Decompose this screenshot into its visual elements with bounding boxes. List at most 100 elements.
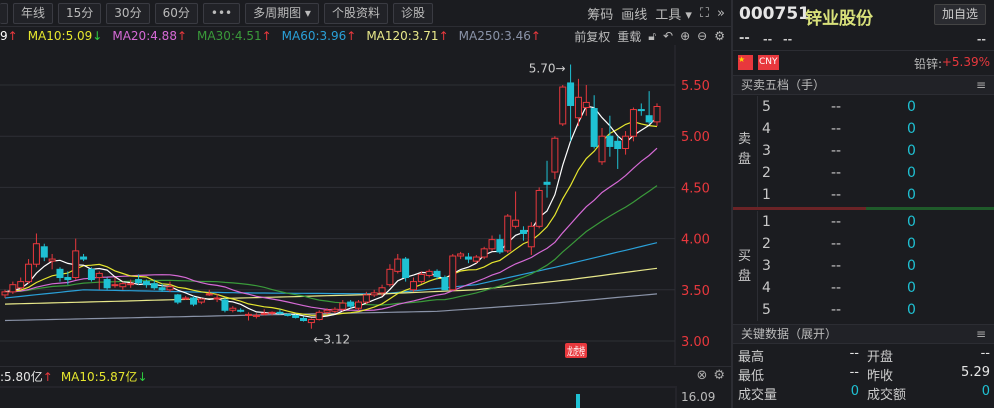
- volume-bar: [576, 394, 580, 408]
- ma20-line: [4, 147, 658, 312]
- fullscreen-icon[interactable]: ⛶: [700, 6, 709, 21]
- level: 2: [762, 165, 771, 181]
- level: 5: [762, 99, 771, 115]
- y-tick-label: 4.50: [681, 181, 710, 196]
- adjust-button[interactable]: 前复权: [574, 28, 610, 45]
- y-tick-label: 5.00: [681, 130, 710, 145]
- candle: [252, 313, 260, 319]
- period-button-cut[interactable]: [0, 2, 8, 24]
- diagnose-button[interactable]: 诊股: [392, 2, 433, 24]
- candle: [72, 238, 80, 280]
- settings-icon[interactable]: ⚙: [713, 368, 725, 383]
- candle: [614, 136, 622, 169]
- level: 4: [762, 280, 771, 296]
- arrow-up-icon: ↑: [42, 370, 53, 384]
- undo-icon[interactable]: ↶: [663, 29, 673, 43]
- candle: [221, 297, 229, 313]
- volume: 0: [907, 236, 916, 252]
- ma-legend-item: MA120:3.71↑: [366, 29, 448, 43]
- volume: 0: [907, 99, 916, 115]
- candle: [606, 115, 614, 157]
- candle: [307, 318, 315, 329]
- zoom-in-icon[interactable]: ⊕: [680, 29, 690, 43]
- candle: [347, 300, 355, 309]
- low-annotation: ←3.12: [313, 333, 350, 347]
- sell-row-4: 4 -- 0: [733, 119, 994, 141]
- buy-row-1: 1 -- 0: [733, 212, 994, 234]
- period-15min[interactable]: 15分: [58, 2, 102, 24]
- candle: [535, 187, 543, 229]
- volume-legend-item: :5.80亿↑: [0, 368, 53, 385]
- candle: [472, 254, 480, 264]
- candle: [17, 277, 25, 290]
- right-placeholder: --: [976, 33, 986, 46]
- candle: [95, 271, 103, 290]
- add-watchlist-button[interactable]: 加自选: [933, 4, 986, 25]
- level: 3: [762, 143, 771, 159]
- candle: [598, 128, 606, 165]
- keydata-label: 最高: [738, 350, 765, 365]
- reload-button[interactable]: 重载: [617, 28, 641, 45]
- more-periods-button[interactable]: •••: [202, 2, 241, 24]
- ma-legend-item: MA30:4.51↑: [197, 29, 272, 43]
- candle: [441, 275, 449, 291]
- volume: 0: [907, 187, 916, 203]
- candle: [386, 264, 394, 287]
- price: --: [831, 187, 842, 203]
- ma-legend-item: MA250:3.46↑: [459, 29, 541, 43]
- zoom-out-icon[interactable]: ⊖: [697, 29, 707, 43]
- tools-dropdown[interactable]: 工具 ▾: [655, 4, 692, 23]
- period-year[interactable]: 年线: [13, 2, 54, 24]
- keydata-value: 0: [981, 384, 990, 399]
- keydata-value: --: [980, 346, 990, 361]
- draw-button[interactable]: 画线: [621, 4, 647, 23]
- price: --: [831, 143, 842, 159]
- sell-row-5: 5 -- 0: [733, 97, 994, 119]
- candle: [496, 234, 504, 254]
- chip-button[interactable]: 筹码: [587, 4, 613, 23]
- settings-icon[interactable]: ⚙: [714, 29, 725, 43]
- candle: [629, 107, 637, 142]
- candle: [637, 103, 645, 116]
- ma-value: MA30:4.51: [197, 29, 262, 43]
- buy-row-2: 2 -- 0: [733, 234, 994, 256]
- keydata-label: 成交量: [738, 388, 778, 403]
- candle: [480, 246, 488, 260]
- keydata-title[interactable]: 关键数据（展开）: [741, 327, 837, 341]
- keydata-value: 5.29: [961, 365, 990, 380]
- candle: [111, 277, 119, 288]
- buy-row-4: 4 -- 0: [733, 278, 994, 300]
- collapse-panel-icon[interactable]: »: [717, 6, 725, 21]
- candle: [551, 136, 559, 180]
- period-60min[interactable]: 60分: [154, 2, 198, 24]
- menu-icon[interactable]: ≡: [976, 76, 986, 94]
- volume-chart: 16.09: [0, 386, 715, 408]
- volume: 0: [907, 258, 916, 274]
- candle: [182, 295, 190, 301]
- ma-value: MA60:3.96: [281, 29, 347, 43]
- keydata-label: 成交额: [867, 388, 907, 403]
- close-icon[interactable]: ⊗: [696, 368, 707, 383]
- price: --: [831, 236, 842, 252]
- candle: [103, 277, 111, 290]
- level: 1: [762, 214, 771, 230]
- lock-icon[interactable]: 🔓︎: [648, 29, 656, 44]
- billboard-badge-label: 龙虎榜: [567, 344, 585, 358]
- sell-row-2: 2 -- 0: [733, 163, 994, 185]
- candle: [40, 243, 48, 262]
- candle: [229, 306, 237, 313]
- candlestick-chart[interactable]: 5.50 5.00 4.50 4.00 3.50 3.00 5.70→ ←3.12 龙虎榜: [0, 45, 731, 365]
- sector-label[interactable]: 铅锌:: [914, 55, 942, 72]
- candle: [527, 222, 535, 255]
- ma-value: MA250:3.46: [458, 29, 531, 43]
- multi-period-dropdown[interactable]: 多周期图 ▾: [245, 2, 319, 24]
- candle: [190, 295, 198, 307]
- stock-profile-button[interactable]: 个股资料: [323, 2, 388, 24]
- level: 2: [762, 236, 771, 252]
- menu-icon[interactable]: ≡: [976, 325, 986, 343]
- candle: [339, 300, 347, 312]
- volume: 0: [907, 280, 916, 296]
- keydata-header: 关键数据（展开） ≡: [733, 324, 994, 344]
- ma-value: MA120:3.71: [366, 29, 439, 43]
- period-30min[interactable]: 30分: [106, 2, 150, 24]
